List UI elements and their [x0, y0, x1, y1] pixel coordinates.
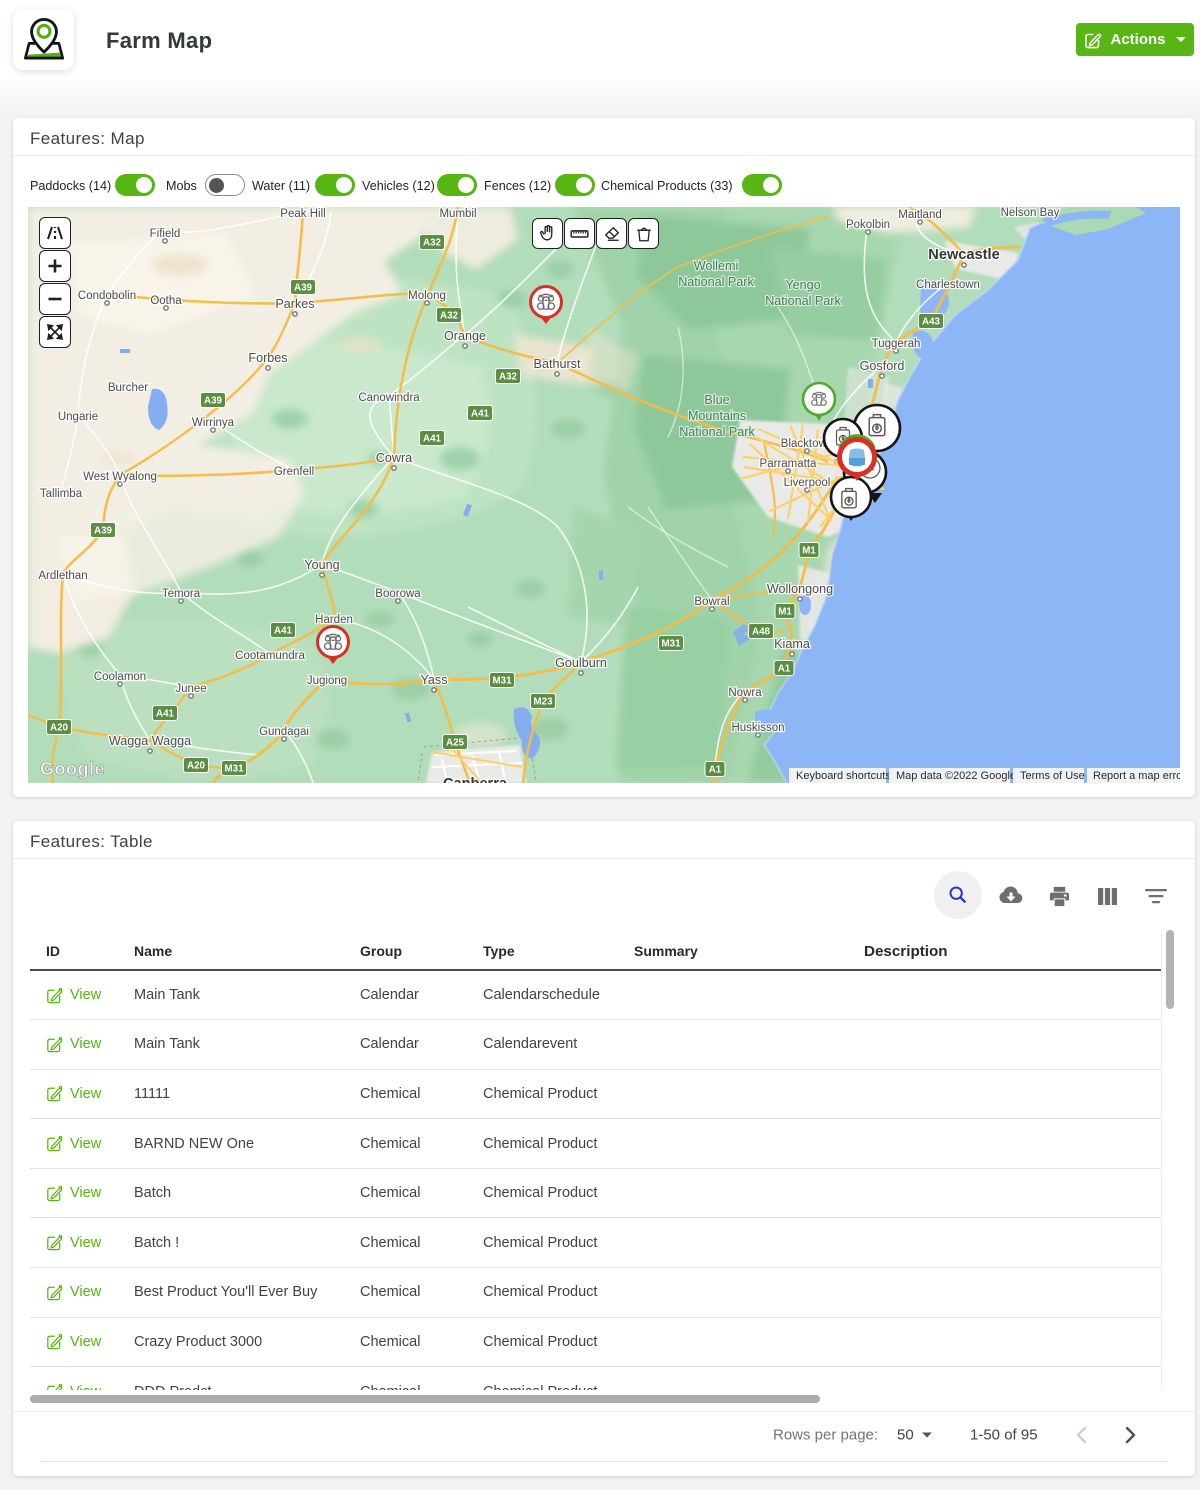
svg-text:Coolamon: Coolamon [94, 671, 146, 683]
svg-text:A25: A25 [446, 738, 465, 749]
svg-text:A41: A41 [274, 626, 293, 637]
svg-text:Canberra: Canberra [443, 776, 508, 783]
svg-text:Wirrinya: Wirrinya [192, 417, 235, 429]
svg-text:Terms of Use: Terms of Use [1020, 770, 1085, 782]
svg-text:Blue: Blue [704, 393, 729, 407]
svg-text:National Park: National Park [679, 425, 755, 439]
svg-text:Ootha: Ootha [150, 295, 182, 307]
svg-text:Ungarie: Ungarie [58, 411, 98, 423]
svg-text:Canowindra: Canowindra [358, 392, 420, 404]
svg-text:Wollemi: Wollemi [694, 259, 739, 273]
svg-text:A39: A39 [94, 526, 113, 537]
svg-text:Charlestown: Charlestown [916, 279, 980, 291]
svg-text:Nowra: Nowra [728, 687, 762, 699]
svg-text:Map data ©2022 Google: Map data ©2022 Google [896, 770, 1016, 782]
svg-text:Condobolin: Condobolin [78, 290, 136, 302]
svg-text:Goulburn: Goulburn [555, 656, 607, 670]
svg-text:A41: A41 [423, 434, 442, 445]
svg-text:Nelson Bay: Nelson Bay [1001, 207, 1060, 219]
svg-text:Yengo: Yengo [785, 278, 820, 292]
svg-text:Forbes: Forbes [248, 351, 287, 365]
svg-text:Ardlethan: Ardlethan [38, 570, 87, 582]
svg-text:Molong: Molong [408, 290, 446, 302]
svg-text:A43: A43 [922, 317, 941, 328]
svg-text:M1: M1 [802, 546, 816, 557]
svg-text:Maitland: Maitland [898, 209, 941, 221]
svg-text:A48: A48 [752, 627, 771, 638]
svg-text:A20: A20 [50, 723, 69, 734]
svg-text:Tuggerah: Tuggerah [872, 338, 921, 350]
svg-text:A32: A32 [423, 238, 442, 249]
svg-text:Yass: Yass [420, 673, 447, 687]
svg-text:A32: A32 [440, 311, 459, 322]
svg-text:National Park: National Park [765, 294, 841, 308]
svg-text:Kiama: Kiama [774, 637, 810, 651]
svg-text:Keyboard shortcuts: Keyboard shortcuts [796, 770, 891, 782]
svg-text:Cowra: Cowra [376, 451, 412, 465]
svg-text:Temora: Temora [162, 588, 201, 600]
svg-text:M1: M1 [778, 607, 792, 618]
svg-text:M31: M31 [492, 676, 512, 687]
svg-text:Junee: Junee [175, 683, 206, 695]
svg-text:Bowral: Bowral [694, 596, 729, 608]
svg-text:A41: A41 [156, 709, 175, 720]
svg-text:Gundagai: Gundagai [259, 726, 309, 738]
svg-text:Wagga Wagga: Wagga Wagga [109, 734, 191, 748]
svg-text:Grenfell: Grenfell [274, 466, 314, 478]
svg-text:A39: A39 [294, 283, 313, 294]
svg-text:A32: A32 [499, 372, 518, 383]
svg-text:Wollongong: Wollongong [767, 582, 833, 596]
svg-text:A39: A39 [204, 396, 223, 407]
svg-text:Liverpool: Liverpool [784, 477, 831, 489]
svg-text:Cootamundra: Cootamundra [235, 650, 305, 662]
svg-text:Parramatta: Parramatta [760, 458, 817, 470]
svg-text:National Park: National Park [678, 275, 754, 289]
svg-text:Newcastle: Newcastle [928, 247, 999, 263]
svg-text:Tallimba: Tallimba [40, 488, 83, 500]
svg-text:Google: Google [40, 759, 105, 779]
svg-text:Report a map error: Report a map error [1093, 770, 1180, 782]
svg-text:West Wyalong: West Wyalong [83, 471, 157, 483]
svg-text:Harden: Harden [315, 614, 353, 626]
svg-text:A1: A1 [778, 664, 791, 675]
svg-text:A20: A20 [187, 761, 206, 772]
svg-text:Mountains: Mountains [688, 409, 746, 423]
svg-text:Orange: Orange [444, 329, 486, 343]
svg-text:Burcher: Burcher [108, 382, 148, 394]
svg-text:Jugiong: Jugiong [307, 675, 347, 687]
svg-text:Mumbil: Mumbil [439, 208, 476, 220]
svg-text:Young: Young [304, 558, 339, 572]
svg-text:M31: M31 [224, 764, 244, 775]
svg-text:Boorowa: Boorowa [375, 588, 421, 600]
svg-text:M23: M23 [533, 697, 553, 708]
svg-text:M31: M31 [661, 639, 681, 650]
svg-text:Pokolbin: Pokolbin [846, 219, 890, 231]
svg-text:Gosford: Gosford [860, 359, 905, 373]
svg-text:Fifield: Fifield [150, 228, 181, 240]
svg-text:Peak Hill: Peak Hill [280, 208, 325, 220]
svg-text:A41: A41 [471, 409, 490, 420]
svg-text:Bathurst: Bathurst [534, 357, 581, 371]
svg-text:A1: A1 [709, 765, 722, 776]
svg-text:Huskisson: Huskisson [731, 722, 784, 734]
svg-text:Parkes: Parkes [275, 297, 314, 311]
